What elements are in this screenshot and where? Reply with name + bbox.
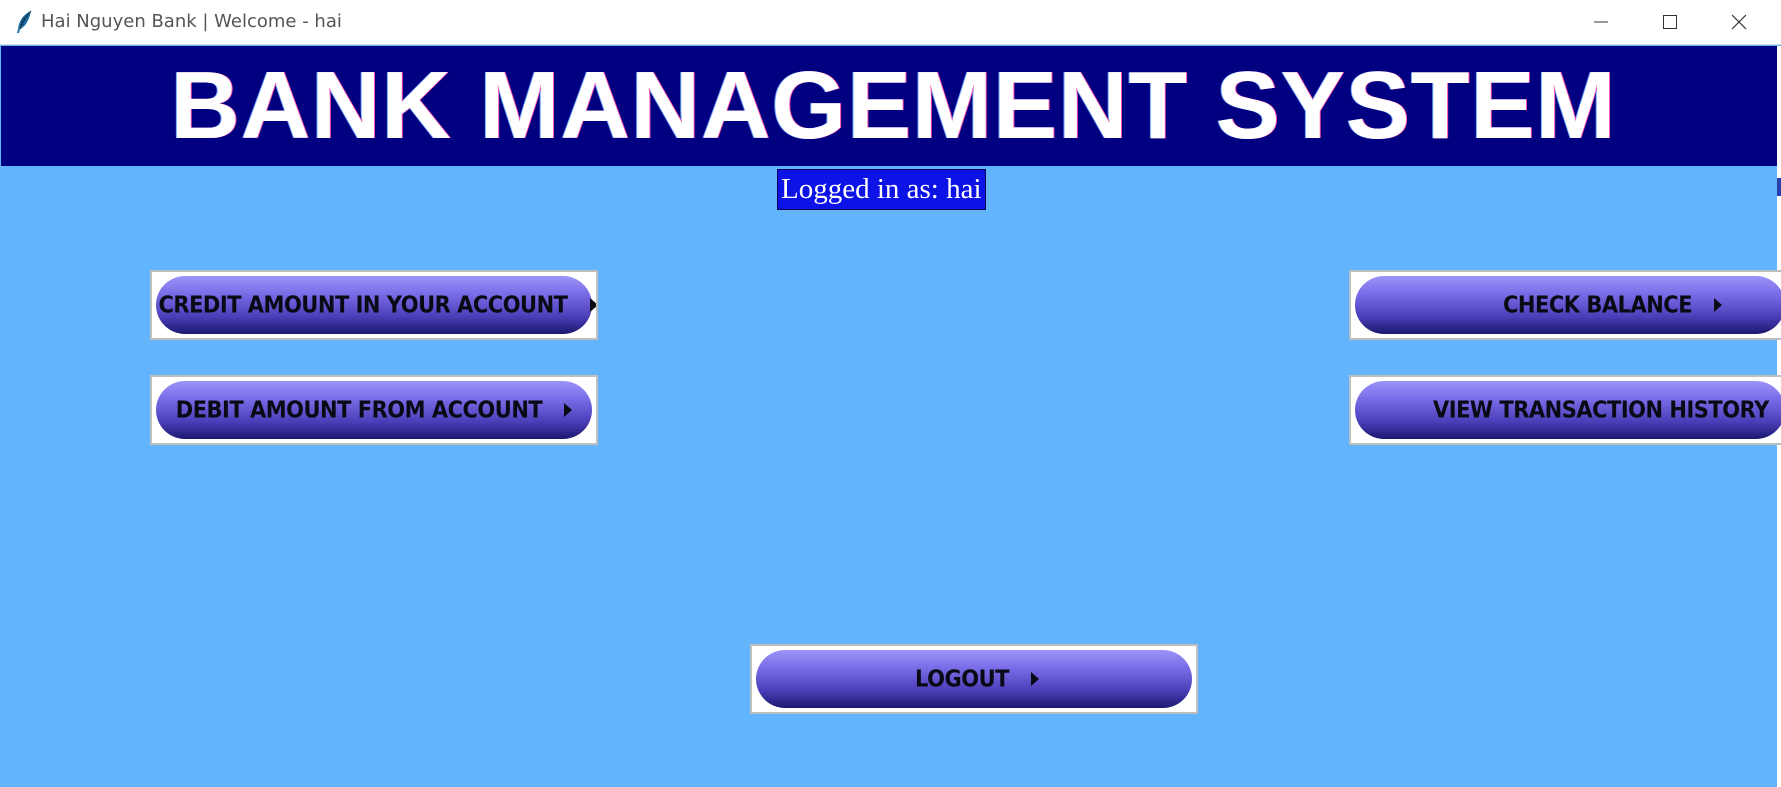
check-balance-button[interactable]: CHECK BALANCE <box>1349 270 1781 340</box>
window-title: Hai Nguyen Bank | Welcome - hai <box>41 11 342 32</box>
debit-amount-button[interactable]: DEBIT AMOUNT FROM ACCOUNT <box>150 375 598 445</box>
credit-amount-label: CREDIT AMOUNT IN YOUR ACCOUNT <box>158 292 569 318</box>
title-bar: Hai Nguyen Bank | Welcome - hai <box>0 0 1781 45</box>
minimize-icon <box>1594 15 1608 29</box>
credit-amount-pill[interactable]: CREDIT AMOUNT IN YOUR ACCOUNT <box>156 276 596 334</box>
logged-in-badge: Logged in as: hai <box>777 169 986 210</box>
debit-amount-pill[interactable]: DEBIT AMOUNT FROM ACCOUNT <box>156 381 592 439</box>
feather-icon <box>14 10 34 34</box>
logout-pill[interactable]: LOGOUT <box>756 650 1192 708</box>
scroll-edge-mark <box>1777 178 1781 196</box>
arrow-right-icon <box>589 298 596 312</box>
arrow-right-icon <box>1030 672 1039 686</box>
view-transaction-history-label: VIEW TRANSACTION HISTORY <box>1433 397 1769 423</box>
page-title: BANK MANAGEMENT SYSTEM <box>170 52 1617 159</box>
view-transaction-history-pill[interactable]: VIEW TRANSACTION HISTORY <box>1355 381 1781 439</box>
check-balance-pill[interactable]: CHECK BALANCE <box>1355 276 1781 334</box>
check-balance-label: CHECK BALANCE <box>1503 292 1693 318</box>
arrow-right-icon <box>564 403 573 417</box>
credit-amount-button[interactable]: CREDIT AMOUNT IN YOUR ACCOUNT <box>150 270 598 340</box>
arrow-right-icon <box>1714 298 1723 312</box>
debit-amount-label: DEBIT AMOUNT FROM ACCOUNT <box>175 397 543 423</box>
maximize-button[interactable] <box>1636 0 1704 44</box>
close-button[interactable] <box>1705 0 1773 44</box>
header-banner: BANK MANAGEMENT SYSTEM <box>1 46 1777 166</box>
minimize-button[interactable] <box>1567 0 1635 44</box>
maximize-icon <box>1663 15 1677 29</box>
close-icon <box>1731 14 1747 30</box>
app-window: Hai Nguyen Bank | Welcome - hai BANK MAN… <box>0 0 1781 787</box>
logout-button[interactable]: LOGOUT <box>750 644 1198 714</box>
view-transaction-history-button[interactable]: VIEW TRANSACTION HISTORY <box>1349 375 1781 445</box>
logout-label: LOGOUT <box>915 666 1009 692</box>
